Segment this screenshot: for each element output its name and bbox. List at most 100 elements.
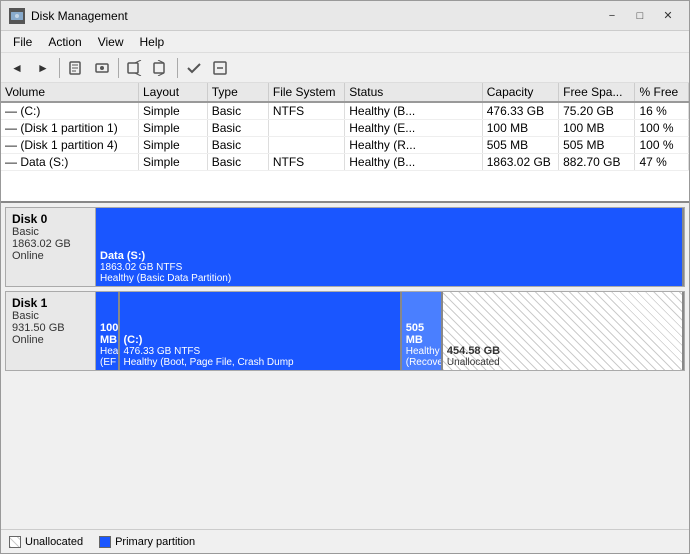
partition-label: 100 MB — [100, 322, 114, 346]
table-row[interactable]: — Data (S:)SimpleBasicNTFSHealthy (B...1… — [1, 154, 689, 171]
volume-table: Volume Layout Type File System Status Ca… — [1, 83, 689, 203]
action-button-1[interactable] — [182, 56, 206, 80]
table-cell: Basic — [207, 154, 268, 171]
legend-unallocated: Unallocated — [9, 536, 83, 548]
window-title: Disk Management — [31, 9, 599, 23]
partition-status: Healthy (Boot, Page File, Crash Dump — [124, 357, 396, 368]
table-cell: 505 MB — [559, 137, 635, 154]
toolbar-sep-1 — [59, 58, 60, 78]
table-row[interactable]: — (C:)SimpleBasicNTFSHealthy (B...476.33… — [1, 102, 689, 120]
table-cell: NTFS — [268, 102, 344, 120]
volume-rows: — (C:)SimpleBasicNTFSHealthy (B...476.33… — [1, 102, 689, 171]
disk-area: Disk 0 Basic 1863.02 GB Online Data (S:)… — [1, 203, 689, 529]
menu-file[interactable]: File — [5, 33, 40, 51]
table-cell: Healthy (B... — [345, 154, 483, 171]
col-layout[interactable]: Layout — [139, 83, 208, 102]
table-cell: 505 MB — [482, 137, 558, 154]
col-freespace[interactable]: Free Spa... — [559, 83, 635, 102]
legend-primary-icon — [99, 536, 111, 548]
disk-name: Disk 0 — [12, 212, 89, 226]
disk-label-0: Disk 0 Basic 1863.02 GB Online — [6, 208, 96, 286]
disk-partitions-0: Data (S:) 1863.02 GB NTFS Healthy (Basic… — [96, 208, 684, 286]
disk-props-button[interactable] — [90, 56, 114, 80]
title-bar: Disk Management − □ ✕ — [1, 1, 689, 31]
legend-bar: Unallocated Primary partition — [1, 529, 689, 553]
col-pctfree[interactable]: % Free — [635, 83, 689, 102]
partition-1-0[interactable]: 100 MB Healthy (EF — [96, 292, 120, 370]
table-cell: 100 MB — [482, 120, 558, 137]
help-button-2[interactable] — [149, 56, 173, 80]
partition-1-3[interactable]: 454.58 GB Unallocated — [443, 292, 684, 370]
table-cell: 100 MB — [559, 120, 635, 137]
disk-row-1: Disk 1 Basic 931.50 GB Online 100 MB Hea… — [5, 291, 685, 371]
partition-label: 454.58 GB — [447, 345, 678, 357]
table-cell: — Data (S:) — [1, 154, 139, 171]
help-button-1[interactable] — [123, 56, 147, 80]
disk-type: Basic — [12, 226, 89, 238]
table-cell: — (C:) — [1, 102, 139, 120]
table-cell: Healthy (R... — [345, 137, 483, 154]
partition-sublabel: Healthy (Recove — [406, 346, 437, 368]
menu-bar: File Action View Help — [1, 31, 689, 53]
table-cell: Simple — [139, 120, 208, 137]
properties-button[interactable] — [64, 56, 88, 80]
close-button[interactable]: ✕ — [655, 6, 681, 26]
menu-action[interactable]: Action — [40, 33, 89, 51]
table-cell: 100 % — [635, 120, 689, 137]
table-cell: — (Disk 1 partition 4) — [1, 137, 139, 154]
disk-row-0: Disk 0 Basic 1863.02 GB Online Data (S:)… — [5, 207, 685, 287]
table-cell: Simple — [139, 137, 208, 154]
legend-unallocated-icon — [9, 536, 21, 548]
partition-1-1[interactable]: (C:) 476.33 GB NTFS Healthy (Boot, Page … — [120, 292, 402, 370]
partition-0-0[interactable]: Data (S:) 1863.02 GB NTFS Healthy (Basic… — [96, 208, 684, 286]
disk-status: Online — [12, 334, 89, 346]
disk-status: Online — [12, 250, 89, 262]
forward-button[interactable]: ► — [31, 56, 55, 80]
disk-label-1: Disk 1 Basic 931.50 GB Online — [6, 292, 96, 370]
col-filesystem[interactable]: File System — [268, 83, 344, 102]
partition-sublabel: 476.33 GB NTFS — [124, 346, 396, 357]
disk-name: Disk 1 — [12, 296, 89, 310]
col-status[interactable]: Status — [345, 83, 483, 102]
partition-label: Data (S:) — [100, 250, 678, 262]
minimize-button[interactable]: − — [599, 6, 625, 26]
action-button-2[interactable] — [208, 56, 232, 80]
table-cell: 1863.02 GB — [482, 154, 558, 171]
menu-view[interactable]: View — [90, 33, 132, 51]
partition-status: Healthy (Basic Data Partition) — [100, 273, 678, 284]
disk-management-window: Disk Management − □ ✕ File Action View H… — [0, 0, 690, 554]
table-row[interactable]: — (Disk 1 partition 1)SimpleBasic Healthy… — [1, 120, 689, 137]
table-cell: 47 % — [635, 154, 689, 171]
table-cell — [268, 137, 344, 154]
table-cell: 16 % — [635, 102, 689, 120]
table-cell: Basic — [207, 102, 268, 120]
legend-primary: Primary partition — [99, 536, 195, 548]
col-volume[interactable]: Volume — [1, 83, 139, 102]
maximize-button[interactable]: □ — [627, 6, 653, 26]
toolbar: ◄ ► — [1, 53, 689, 83]
table-cell: 882.70 GB — [559, 154, 635, 171]
partition-sublabel: 1863.02 GB NTFS — [100, 262, 678, 273]
disk-type: Basic — [12, 310, 89, 322]
table-cell: Healthy (E... — [345, 120, 483, 137]
table-cell: 476.33 GB — [482, 102, 558, 120]
partition-1-2[interactable]: 505 MB Healthy (Recove — [402, 292, 443, 370]
disk-size: 1863.02 GB — [12, 238, 89, 250]
toolbar-sep-3 — [177, 58, 178, 78]
legend-primary-label: Primary partition — [115, 536, 195, 548]
disk-partitions-1: 100 MB Healthy (EF (C:) 476.33 GB NTFS H… — [96, 292, 684, 370]
table-cell: 100 % — [635, 137, 689, 154]
col-capacity[interactable]: Capacity — [482, 83, 558, 102]
col-type[interactable]: Type — [207, 83, 268, 102]
table-cell: — (Disk 1 partition 1) — [1, 120, 139, 137]
table-row[interactable]: — (Disk 1 partition 4)SimpleBasicHealthy… — [1, 137, 689, 154]
table-cell: 75.20 GB — [559, 102, 635, 120]
menu-help[interactable]: Help — [132, 33, 173, 51]
back-button[interactable]: ◄ — [5, 56, 29, 80]
table-cell: Basic — [207, 120, 268, 137]
table-cell: Simple — [139, 102, 208, 120]
window-controls: − □ ✕ — [599, 6, 681, 26]
partition-label: 505 MB — [406, 322, 437, 346]
partition-label: (C:) — [124, 334, 396, 346]
partition-sublabel: Unallocated — [447, 357, 678, 368]
